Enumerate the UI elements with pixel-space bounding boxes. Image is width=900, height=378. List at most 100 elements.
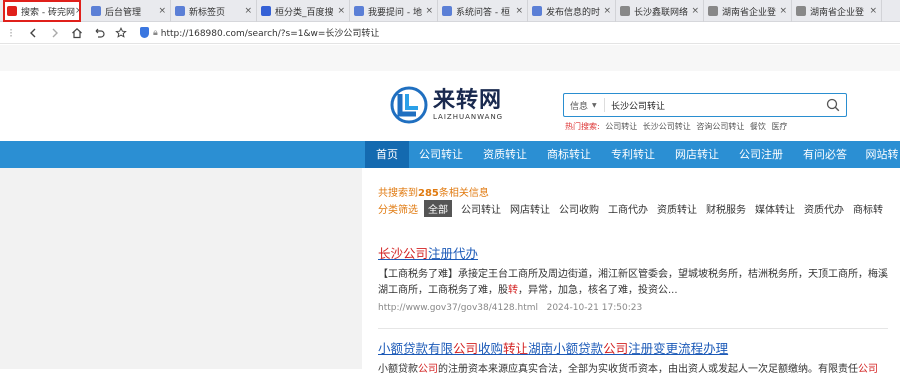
close-tab-icon[interactable]: ×	[75, 6, 80, 16]
search-category-select[interactable]: 信息 ▼	[564, 99, 604, 112]
site-logo[interactable]: 来转网 LAIZHUANWANG	[390, 86, 503, 124]
highlighted-keyword: 长沙公司	[378, 246, 429, 261]
back-button[interactable]	[22, 23, 44, 43]
filter-option[interactable]: 公司收购	[559, 201, 599, 216]
lock-icon: 🔒︎	[153, 27, 158, 38]
highlighted-keyword: 公司	[603, 341, 629, 356]
hot-search-link[interactable]: 医疗	[771, 122, 787, 131]
back-arrow-icon	[30, 28, 36, 37]
nav-item-qualification-transfer[interactable]: 资质转让	[473, 141, 537, 168]
nav-item-website-transfer[interactable]: 网站转	[857, 141, 900, 168]
browser-tab[interactable]: 发布信息的时 ×	[528, 0, 616, 22]
shield-icon	[140, 27, 149, 38]
nav-item-qa[interactable]: 有问必答	[793, 141, 857, 168]
close-tab-icon[interactable]: ×	[244, 6, 252, 16]
nav-item-home[interactable]: 首页	[365, 141, 409, 168]
browser-tab[interactable]: 桓分类_百度搜 ×	[257, 0, 350, 22]
hot-search-link[interactable]: 餐饮	[750, 122, 766, 131]
browser-tab[interactable]: 搜索 - 砖完网×	[3, 0, 81, 22]
filter-option[interactable]: 公司转让	[461, 201, 501, 216]
nav-item-shop-transfer[interactable]: 网店转让	[665, 141, 729, 168]
close-tab-icon[interactable]: ×	[603, 6, 611, 16]
highlighted-keyword: 转	[508, 285, 518, 296]
text-segment: 的注册资本来源应真实合法，全部为实收货币资本，由出资人或发起人一次足额缴纳。有限…	[438, 364, 858, 375]
highlighted-keyword: 公司	[418, 364, 438, 375]
address-bar[interactable]: 🔒︎ http://168980.com/search/?s=1&w=长沙公司转…	[140, 26, 379, 39]
close-tab-icon[interactable]: ×	[425, 6, 433, 16]
browser-tab-title: 长沙鑫联网络	[634, 7, 689, 18]
results-summary-prefix: 共搜索到	[378, 188, 418, 199]
browser-tab[interactable]: 新标签页 ×	[171, 0, 257, 22]
nav-item-company-transfer[interactable]: 公司转让	[409, 141, 473, 168]
favorites-button[interactable]	[110, 23, 132, 43]
browser-tab-title: 湖南省企业登	[810, 7, 865, 18]
nav-item-trademark-transfer[interactable]: 商标转让	[537, 141, 601, 168]
browser-tab-title: 发布信息的时	[546, 7, 601, 18]
hot-searches: 热门搜索: 公司转让 长沙公司转让 咨询公司转让 餐饮 医疗	[565, 121, 787, 132]
close-tab-icon[interactable]: ×	[515, 6, 523, 16]
logo-name: 来转网	[433, 88, 503, 113]
close-tab-icon[interactable]: ×	[691, 6, 699, 16]
close-tab-icon[interactable]: ×	[337, 6, 345, 16]
result-item: 长沙公司注册代办 【工商税务了难】承接定王台工商所及周边街道，湘江新区管委会，望…	[378, 243, 890, 313]
close-tab-icon[interactable]: ×	[158, 6, 166, 16]
logo-pinyin: LAIZHUANWANG	[433, 113, 504, 121]
hot-search-link[interactable]: 公司转让	[605, 122, 637, 131]
close-tab-icon[interactable]: ×	[779, 6, 787, 16]
page-icon	[91, 6, 101, 16]
left-sidebar-panel	[0, 168, 362, 369]
forward-arrow-icon	[52, 28, 58, 37]
home-icon	[72, 27, 82, 38]
browser-tab[interactable]: 湖南省企业登 ×	[704, 0, 792, 22]
browser-tab[interactable]: 系统问答 - 桓 ×	[438, 0, 528, 22]
browser-tab[interactable]: 长沙鑫联网络 ×	[616, 0, 704, 22]
undo-button[interactable]	[88, 23, 110, 43]
undo-icon	[95, 28, 105, 38]
browser-tab-title: 后台管理	[105, 7, 142, 18]
page-icon	[532, 6, 542, 16]
filter-option-all[interactable]: 全部	[424, 199, 452, 217]
search-button[interactable]	[820, 94, 846, 116]
filter-option[interactable]: 财税服务	[706, 201, 746, 216]
filter-option[interactable]: 媒体转让	[755, 201, 795, 216]
filter-option[interactable]: 网店转让	[510, 201, 550, 216]
results-summary: 共搜索到285条相关信息	[378, 184, 489, 199]
nav-item-company-registration[interactable]: 公司注册	[729, 141, 793, 168]
results-count: 285	[418, 188, 439, 199]
filter-option[interactable]: 资质代办	[804, 201, 844, 216]
highlighted-keyword: 转让	[503, 341, 529, 356]
filter-option[interactable]: 工商代办	[608, 201, 648, 216]
newtab-icon	[175, 6, 185, 16]
url-text[interactable]: http://168980.com/search/?s=1&w=长沙公司转让	[161, 26, 380, 39]
filter-option[interactable]: 商标转	[853, 201, 883, 216]
hot-search-link[interactable]: 咨询公司转让	[696, 122, 744, 131]
browser-tab-title: 系统问答 - 桓	[456, 7, 510, 18]
page-icon	[7, 6, 17, 16]
highlighted-keyword: 公司	[453, 341, 479, 356]
search-input[interactable]	[605, 100, 820, 110]
nav-item-patent-transfer[interactable]: 专利转让	[601, 141, 665, 168]
browser-tab[interactable]: 湖南省企业登 ×	[792, 0, 882, 22]
sidebar-toggle-icon[interactable]: ⁝	[0, 23, 22, 43]
filter-option[interactable]: 资质转让	[657, 201, 697, 216]
globe-icon	[620, 6, 630, 16]
star-icon	[115, 26, 127, 38]
text-segment: 注册代办	[428, 246, 479, 261]
browser-tab[interactable]: 我要提问 - 地 ×	[350, 0, 438, 22]
hot-search-link[interactable]: 长沙公司转让	[643, 122, 691, 131]
browser-tab-title: 搜索 - 砖完网	[21, 7, 75, 18]
result-title-link[interactable]: 小额贷款有限公司收购转让湖南小额贷款公司注册变更流程办理	[378, 338, 890, 357]
result-title-link[interactable]: 长沙公司注册代办	[378, 243, 890, 262]
close-tab-icon[interactable]: ×	[869, 6, 877, 16]
page-icon	[354, 6, 364, 16]
browser-tab-title: 湖南省企业登	[722, 7, 777, 18]
browser-tab[interactable]: 后台管理 ×	[87, 0, 171, 22]
result-meta: http://www.gov37/gov38/4128.html 2024-10…	[378, 303, 890, 313]
home-button[interactable]	[66, 23, 88, 43]
hot-searches-label: 热门搜索:	[565, 122, 600, 131]
results-summary-suffix: 条相关信息	[438, 188, 489, 199]
result-url[interactable]: http://www.gov37/gov38/4128.html	[378, 303, 538, 313]
forward-button[interactable]	[44, 23, 66, 43]
logo-mark-icon	[390, 86, 428, 124]
result-description: 小额贷款公司的注册资本来源应真实合法，全部为实收货币资本，由出资人或发起人一次足…	[378, 362, 890, 378]
